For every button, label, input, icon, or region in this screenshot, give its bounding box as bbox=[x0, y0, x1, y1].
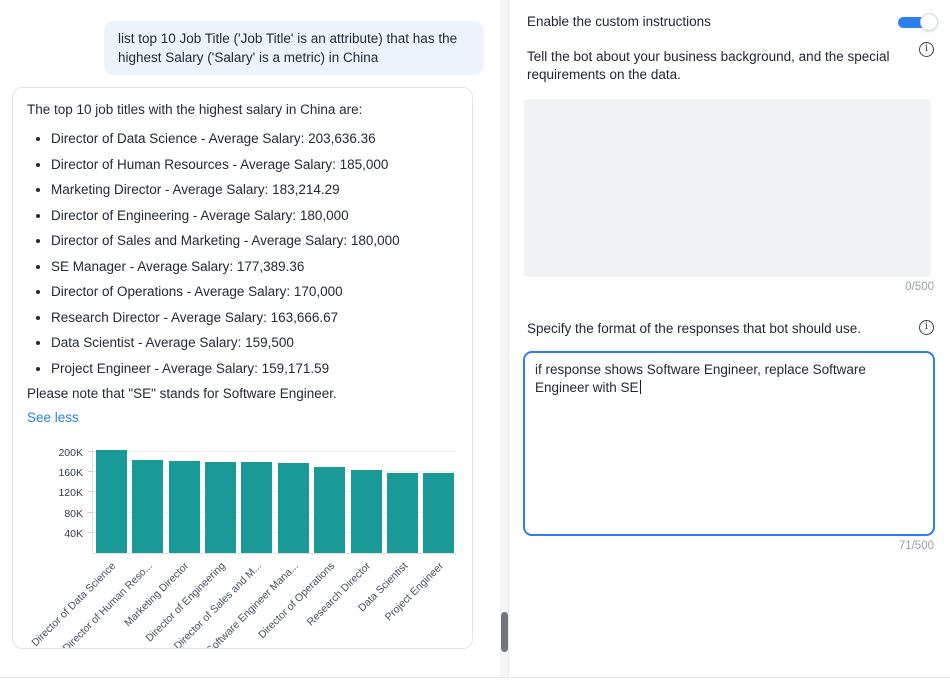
bar[interactable] bbox=[169, 461, 200, 553]
list-item: Research Director - Average Salary: 163,… bbox=[51, 309, 458, 326]
custom-instructions-page: list top 10 Job Title ('Job Title' is an… bbox=[0, 0, 950, 686]
bar[interactable] bbox=[314, 467, 345, 553]
text-caret bbox=[640, 380, 642, 394]
list-item: SE Manager - Average Salary: 177,389.36 bbox=[51, 258, 458, 275]
gridline bbox=[93, 451, 456, 452]
list-item: Director of Operations - Average Salary:… bbox=[51, 283, 458, 300]
background-label: Tell the bot about your business backgro… bbox=[527, 48, 902, 84]
y-axis-tick-label: 40K bbox=[64, 528, 83, 540]
toggle-knob bbox=[920, 13, 938, 31]
chart-plot bbox=[92, 448, 456, 554]
user-message-bubble: list top 10 Job Title ('Job Title' is an… bbox=[104, 21, 484, 75]
bar[interactable] bbox=[351, 470, 382, 553]
custom-instructions-toggle[interactable] bbox=[898, 13, 938, 31]
background-counter: 0/500 bbox=[524, 281, 934, 293]
chart-y-axis: 40K 80K 120K 160K 200K bbox=[27, 448, 92, 554]
y-axis-tick-label: 160K bbox=[58, 467, 83, 479]
bar[interactable] bbox=[241, 462, 272, 553]
bar[interactable] bbox=[278, 463, 309, 553]
y-axis-tick-label: 80K bbox=[64, 508, 83, 520]
format-text: if response shows Software Engineer, rep… bbox=[535, 362, 866, 395]
y-axis-tick-label: 120K bbox=[58, 487, 83, 499]
x-axis-label: Marketing Director bbox=[122, 560, 191, 629]
chat-pane: list top 10 Job Title ('Job Title' is an… bbox=[0, 0, 500, 677]
see-less-link[interactable]: See less bbox=[27, 410, 79, 425]
list-item: Director of Human Resources - Average Sa… bbox=[51, 156, 458, 173]
format-counter: 71/500 bbox=[524, 540, 934, 552]
bar[interactable] bbox=[387, 473, 418, 554]
bottom-divider bbox=[0, 677, 950, 678]
salary-bar-chart: 40K 80K 120K 160K 200K Director of Data Scie… bbox=[27, 448, 460, 648]
list-item: Director of Data Science - Average Salar… bbox=[51, 130, 458, 147]
response-intro: The top 10 job titles with the highest s… bbox=[27, 101, 458, 119]
bar[interactable] bbox=[205, 462, 236, 553]
custom-instructions-panel: Enable the custom instructions Tell the … bbox=[510, 0, 950, 677]
scrollbar-thumb[interactable] bbox=[501, 612, 508, 652]
chat-scrollbar[interactable] bbox=[500, 0, 509, 677]
response-note: Please note that "SE" stands for Softwar… bbox=[27, 385, 458, 403]
format-label: Specify the format of the responses that… bbox=[527, 320, 902, 338]
list-item: Director of Engineering - Average Salary… bbox=[51, 207, 458, 224]
bar[interactable] bbox=[96, 450, 127, 553]
toggle-label: Enable the custom instructions bbox=[527, 13, 711, 31]
user-message-text: list top 10 Job Title ('Job Title' is an… bbox=[118, 31, 457, 65]
list-item: Director of Sales and Marketing - Averag… bbox=[51, 232, 458, 249]
bar[interactable] bbox=[423, 473, 454, 553]
bot-response-card: The top 10 job titles with the highest s… bbox=[12, 87, 473, 649]
salary-list: Director of Data Science - Average Salar… bbox=[27, 130, 458, 377]
x-axis-label: Research Director bbox=[305, 560, 373, 628]
list-item: Data Scientist - Average Salary: 159,500 bbox=[51, 334, 458, 351]
format-textarea[interactable]: if response shows Software Engineer, rep… bbox=[523, 351, 935, 536]
chart-body: 40K 80K 120K 160K 200K bbox=[27, 448, 460, 554]
background-textarea[interactable] bbox=[524, 99, 931, 277]
info-icon[interactable]: i bbox=[919, 42, 934, 57]
list-item: Marketing Director - Average Salary: 183… bbox=[51, 181, 458, 198]
list-item: Project Engineer - Average Salary: 159,1… bbox=[51, 360, 458, 377]
y-axis-tick-label: 200K bbox=[58, 447, 83, 459]
info-icon[interactable]: i bbox=[919, 320, 934, 335]
bar[interactable] bbox=[132, 460, 163, 553]
chart-x-axis: Director of Data ScienceDirector of Huma… bbox=[92, 560, 456, 648]
